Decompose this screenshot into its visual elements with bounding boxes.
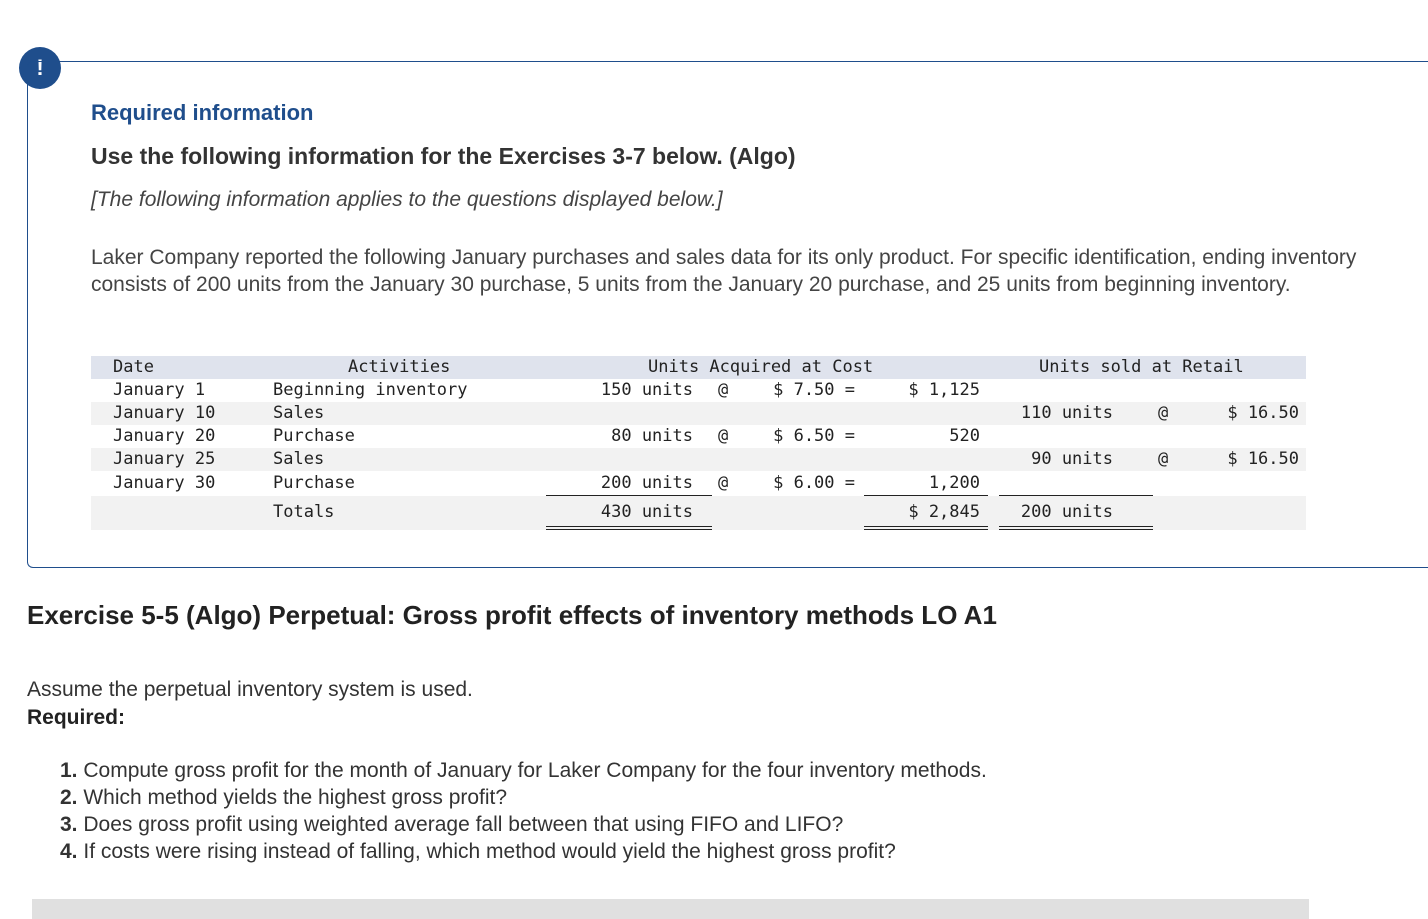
- row-activity: Beginning inventory: [273, 380, 468, 400]
- row-sold-units: 110 units: [1020, 403, 1113, 423]
- totals-sold-units: 200 units: [1020, 502, 1113, 522]
- row-acq-total: 520: [949, 426, 980, 446]
- question-text: Does gross profit using weighted average…: [83, 813, 844, 836]
- row-date: January 25: [113, 449, 216, 469]
- question-text: Compute gross profit for the month of Ja…: [83, 759, 987, 782]
- row-activity: Purchase: [273, 426, 355, 446]
- totals-acq-units: 430 units: [600, 502, 693, 522]
- row-acq-total: 1,200: [928, 473, 980, 493]
- row-sold-at: @: [1158, 403, 1169, 423]
- intro-paragraph: Laker Company reported the following Jan…: [91, 246, 1357, 296]
- row-acq-units: 80 units: [611, 426, 693, 446]
- exercise-title: Exercise 5-5 (Algo) Perpetual: Gross pro…: [27, 600, 997, 630]
- row-activity: Sales: [273, 449, 325, 469]
- questions-list: 1. Compute gross profit for the month of…: [60, 757, 987, 865]
- header-date: Date: [113, 357, 154, 377]
- inventory-table: Date Activities Units Acquired at Cost U…: [91, 356, 1306, 532]
- acq-units-double-rule-2: [546, 529, 712, 530]
- header-units-sold: Units sold at Retail: [1039, 357, 1244, 377]
- row-sold-price: $ 16.50: [1227, 403, 1299, 423]
- row-activity: Purchase: [273, 473, 355, 493]
- row-activity: Sales: [273, 403, 325, 423]
- question-text: If costs were rising instead of falling,…: [83, 840, 896, 863]
- acq-total-double-rule-2: [864, 529, 988, 530]
- row-date: January 30: [113, 473, 216, 493]
- question-number: 3.: [60, 813, 78, 836]
- required-info-heading: Required information: [91, 100, 314, 125]
- exercises-heading: Use the following information for the Ex…: [91, 143, 796, 169]
- row-acq-at: @: [718, 380, 729, 400]
- sold-units-rule: [999, 495, 1153, 496]
- row-acq-at: @: [718, 473, 729, 493]
- totals-label: Totals: [273, 502, 335, 522]
- required-label: Required:: [27, 706, 126, 729]
- applies-note: [The following information applies to th…: [91, 188, 723, 211]
- list-item: 3. Does gross profit using weighted aver…: [60, 811, 987, 838]
- row-acq-at: @: [718, 426, 729, 446]
- row-sold-price: $ 16.50: [1227, 449, 1299, 469]
- row-date: January 10: [113, 403, 216, 423]
- header-units-acquired: Units Acquired at Cost: [648, 357, 874, 377]
- row-date: January 1: [113, 380, 206, 400]
- answer-panel-tabs[interactable]: [32, 899, 1309, 919]
- question-number: 1.: [60, 759, 78, 782]
- row-sold-at: @: [1158, 449, 1169, 469]
- row-acq-price: $ 6.00 =: [773, 473, 855, 493]
- acq-units-double-rule-1: [546, 526, 712, 527]
- question-number: 2.: [60, 786, 78, 809]
- row-date: January 20: [113, 426, 216, 446]
- sold-units-double-rule-2: [999, 529, 1153, 530]
- acq-total-rule: [864, 495, 988, 496]
- list-item: 1. Compute gross profit for the month of…: [60, 757, 987, 784]
- assume-text: Assume the perpetual inventory system is…: [27, 678, 473, 701]
- sold-units-double-rule-1: [999, 526, 1153, 527]
- totals-acq-total: $ 2,845: [908, 502, 980, 522]
- row-acq-total: $ 1,125: [908, 380, 980, 400]
- list-item: 2. Which method yields the highest gross…: [60, 784, 987, 811]
- question-number: 4.: [60, 840, 78, 863]
- row-acq-units: 200 units: [600, 473, 693, 493]
- row-acq-price: $ 7.50 =: [773, 380, 855, 400]
- list-item: 4. If costs were rising instead of falli…: [60, 838, 987, 865]
- row-acq-price: $ 6.50 =: [773, 426, 855, 446]
- question-text: Which method yields the highest gross pr…: [83, 786, 508, 809]
- acq-units-rule: [546, 495, 712, 496]
- acq-total-double-rule-1: [864, 526, 988, 527]
- header-activities: Activities: [348, 357, 451, 377]
- row-acq-units: 150 units: [600, 380, 693, 400]
- row-sold-units: 90 units: [1031, 449, 1113, 469]
